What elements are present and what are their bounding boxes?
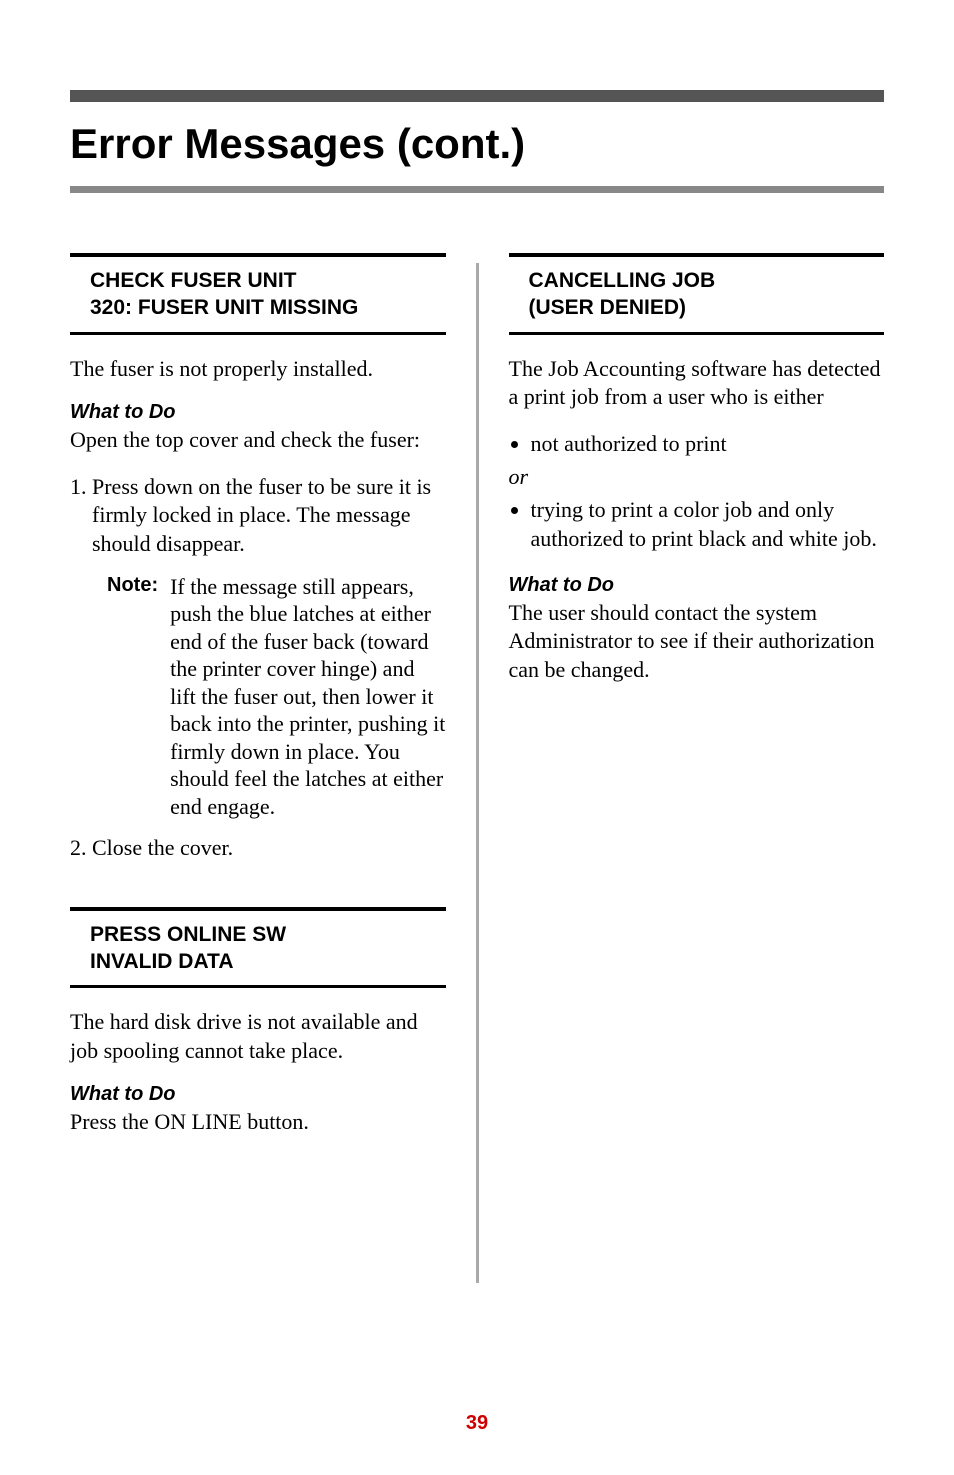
under-rule bbox=[70, 186, 884, 193]
bullet-item: not authorized to print bbox=[531, 430, 885, 459]
step-item: Close the cover. bbox=[92, 834, 446, 863]
what-to-do-subhead: What to Do bbox=[509, 574, 885, 597]
section-heading-block: CANCELLING JOB (USER DENIED) bbox=[509, 253, 885, 335]
step-text: Press down on the fuser to be sure it is… bbox=[92, 474, 431, 556]
section-heading-block: PRESS ONLINE SW INVALID DATA bbox=[70, 907, 446, 989]
content-columns: CHECK FUSER UNIT 320: FUSER UNIT MISSING… bbox=[70, 253, 884, 1283]
intro-text: The Job Accounting software has detected… bbox=[509, 355, 885, 412]
or-text: or bbox=[509, 464, 885, 490]
action-text: The user should contact the system Admin… bbox=[509, 599, 885, 685]
bullet-list: not authorized to print bbox=[509, 430, 885, 459]
top-rule bbox=[70, 90, 884, 102]
intro-text: The fuser is not properly installed. bbox=[70, 355, 446, 384]
section-heading-line: PRESS ONLINE SW bbox=[90, 921, 446, 948]
bullet-list: trying to print a color job and only aut… bbox=[509, 496, 885, 553]
open-text: Open the top cover and check the fuser: bbox=[70, 426, 446, 455]
right-column: CANCELLING JOB (USER DENIED) The Job Acc… bbox=[509, 253, 885, 1283]
section-heading-line: CANCELLING JOB bbox=[529, 267, 885, 294]
step-item: Press down on the fuser to be sure it is… bbox=[92, 473, 446, 820]
note-block: Note: If the message still appears, push… bbox=[107, 573, 446, 821]
column-divider bbox=[476, 263, 479, 1283]
left-column: CHECK FUSER UNIT 320: FUSER UNIT MISSING… bbox=[70, 253, 446, 1283]
steps-list: Press down on the fuser to be sure it is… bbox=[70, 473, 446, 863]
what-to-do-subhead: What to Do bbox=[70, 1083, 446, 1106]
action-text: Press the ON LINE button. bbox=[70, 1108, 446, 1137]
section-heading-line: 320: FUSER UNIT MISSING bbox=[90, 294, 446, 321]
page-title: Error Messages (cont.) bbox=[70, 120, 884, 168]
page-number: 39 bbox=[0, 1412, 954, 1435]
section-heading-line: CHECK FUSER UNIT bbox=[90, 267, 446, 294]
what-to-do-subhead: What to Do bbox=[70, 401, 446, 424]
section-heading-line: INVALID DATA bbox=[90, 948, 446, 975]
note-text: If the message still appears, push the b… bbox=[170, 573, 445, 821]
intro-text: The hard disk drive is not available and… bbox=[70, 1008, 446, 1065]
bullet-item: trying to print a color job and only aut… bbox=[531, 496, 885, 553]
note-label: Note: bbox=[107, 573, 158, 821]
section-heading-line: (USER DENIED) bbox=[529, 294, 885, 321]
section-heading-block: CHECK FUSER UNIT 320: FUSER UNIT MISSING bbox=[70, 253, 446, 335]
